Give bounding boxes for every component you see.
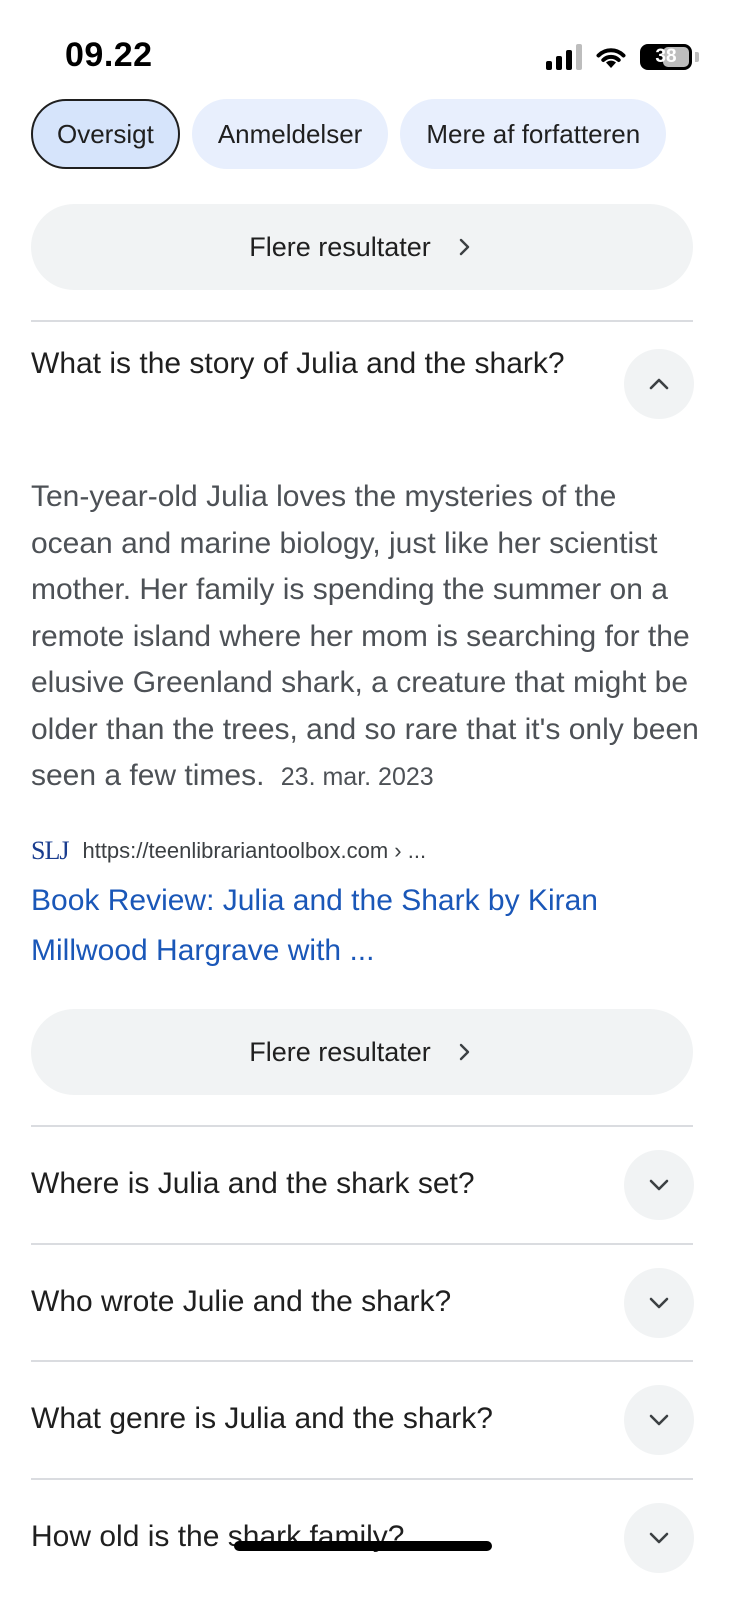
status-icons: 38	[546, 44, 699, 70]
divider	[31, 320, 693, 322]
chevron-right-icon	[459, 238, 469, 256]
chevron-down-icon	[649, 1414, 669, 1426]
home-indicator[interactable]	[234, 1541, 492, 1551]
chevron-right-icon	[459, 1043, 469, 1061]
wifi-icon	[596, 48, 626, 68]
battery-tip	[695, 52, 699, 62]
chevron-down-icon	[649, 1297, 669, 1309]
divider	[31, 1360, 693, 1362]
faq-answer: Ten-year-old Julia loves the mysteries o…	[31, 474, 699, 801]
faq-collapse-button[interactable]	[624, 349, 694, 419]
status-time: 09.22	[65, 36, 153, 74]
faq-question-expanded[interactable]: What is the story of Julia and the shark…	[31, 344, 591, 383]
result-title-link[interactable]: Book Review: Julia and the Shark by Kira…	[31, 876, 671, 976]
more-results-label-2: Flere resultater	[249, 1036, 431, 1067]
faq-question-1[interactable]: Where is Julia and the shark set?	[31, 1164, 591, 1203]
more-results-button[interactable]: Flere resultater	[31, 204, 693, 290]
tab-oversigt[interactable]: Oversigt	[31, 99, 180, 169]
battery-percentage: 38	[655, 46, 677, 67]
divider	[31, 1478, 693, 1480]
status-bar: 09.22 38	[0, 0, 739, 96]
faq-expand-button-4[interactable]	[624, 1503, 694, 1573]
faq-answer-text: Ten-year-old Julia loves the mysteries o…	[31, 480, 699, 792]
divider	[31, 1125, 693, 1127]
faq-expand-button-3[interactable]	[624, 1385, 694, 1455]
divider	[31, 1243, 693, 1245]
more-results-label: Flere resultater	[249, 231, 431, 262]
search-results-page: 09.22 38 Oversigt Anmeldelser Mere af fo…	[0, 0, 739, 1600]
faq-question-3[interactable]: What genre is Julia and the shark?	[31, 1399, 591, 1438]
result-source[interactable]: SLJ https://teenlibrariantoolbox.com › .…	[31, 836, 426, 866]
cellular-signal-icon	[546, 44, 582, 70]
faq-question-2[interactable]: Who wrote Julie and the shark?	[31, 1282, 591, 1321]
chevron-up-icon	[649, 378, 669, 390]
more-results-button-2[interactable]: Flere resultater	[31, 1009, 693, 1095]
battery-icon: 38	[640, 44, 692, 70]
faq-expand-button-1[interactable]	[624, 1150, 694, 1220]
source-url: https://teenlibrariantoolbox.com › ...	[82, 838, 427, 863]
faq-expand-button-2[interactable]	[624, 1268, 694, 1338]
chevron-down-icon	[649, 1179, 669, 1191]
tab-anmeldelser[interactable]: Anmeldelser	[191, 99, 389, 169]
chevron-down-icon	[649, 1532, 669, 1544]
source-logo: SLJ	[31, 836, 69, 865]
faq-answer-date: 23. mar. 2023	[280, 763, 434, 791]
result-tabs: Oversigt Anmeldelser Mere af forfatteren	[31, 99, 667, 169]
tab-mere-af-forfatteren[interactable]: Mere af forfatteren	[400, 99, 667, 169]
